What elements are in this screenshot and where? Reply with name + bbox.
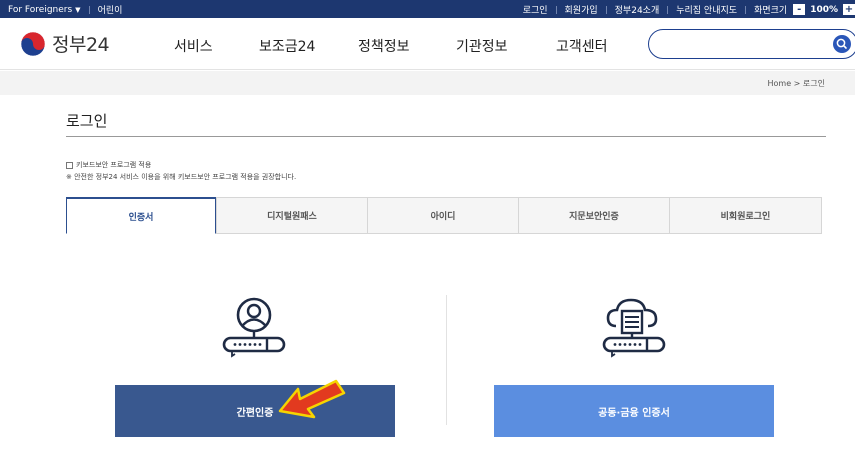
login-method-tabs: 인증서 디지털원패스 아이디 지문보안인증 비회원로그인 [66, 197, 822, 234]
taegeuk-logo-icon [20, 31, 46, 56]
tab-fingerprint-auth[interactable]: 지문보안인증 [518, 197, 670, 234]
tab-certificate[interactable]: 인증서 [66, 197, 216, 234]
caret-down-icon: ▼ [75, 5, 81, 14]
keyboard-security-option[interactable]: 키보드보안 프로그램 적용 [66, 160, 151, 170]
simple-auth-button[interactable]: 간편인증 [115, 385, 395, 437]
simple-auth-icon [222, 297, 286, 358]
divider [605, 5, 607, 14]
search-icon [836, 38, 847, 49]
nav-item-services[interactable]: 서비스 [174, 36, 213, 56]
divider [667, 5, 669, 14]
red-arrow-icon [278, 379, 346, 419]
divider [745, 5, 747, 14]
site-header: 정부24 서비스 보조금24 정책정보 기관정보 고객센터 [0, 18, 855, 70]
kids-link[interactable]: 어린이 [98, 3, 123, 16]
signup-link[interactable]: 회원가입 [565, 3, 598, 16]
keyboard-security-label: 키보드보안 프로그램 적용 [76, 161, 152, 169]
joint-certificate-icon [602, 298, 666, 358]
joint-certificate-button[interactable]: 공동·금융 인증서 [494, 385, 774, 437]
page-title: 로그인 [66, 112, 108, 130]
breadcrumb-bar: Home > 로그인 [0, 71, 855, 95]
sitemap-link[interactable]: 누리집 안내지도 [676, 3, 737, 16]
title-divider [66, 136, 826, 137]
site-logo[interactable]: 정부24 [20, 30, 110, 57]
foreigners-link[interactable]: For Foreigners [8, 5, 72, 15]
zoom-value: 100% [810, 4, 838, 15]
login-link[interactable]: 로그인 [523, 3, 548, 16]
about-link[interactable]: 정부24소개 [615, 3, 660, 16]
breadcrumb: Home > 로그인 [767, 79, 826, 88]
divider [555, 5, 557, 14]
zoom-out-button[interactable]: - [793, 4, 806, 15]
utility-bar: For Foreigners ▼ 어린이 로그인 회원가입 정부24소개 누리집… [0, 0, 855, 18]
auth-options-divider [446, 295, 447, 425]
keyboard-security-checkbox[interactable] [66, 161, 73, 169]
keyboard-security-note: ※ 안전한 정부24 서비스 이용을 위해 키보드보안 프로그램 적용을 권장합… [66, 173, 297, 181]
tab-digital-onepass[interactable]: 디지털원패스 [216, 197, 368, 234]
logo-text: 정부24 [52, 34, 110, 56]
nav-item-policy-info[interactable]: 정책정보 [358, 36, 410, 56]
zoom-in-button[interactable]: + [843, 4, 855, 15]
screen-size-label: 화면크기 [754, 6, 788, 16]
tab-guest-login[interactable]: 비회원로그인 [669, 197, 822, 234]
divider [88, 5, 90, 14]
nav-item-subsidy24[interactable]: 보조금24 [259, 36, 315, 56]
tab-id[interactable]: 아이디 [367, 197, 519, 234]
nav-item-customer-center[interactable]: 고객센터 [556, 36, 608, 56]
search-input[interactable] [648, 29, 855, 59]
nav-item-agency-info[interactable]: 기관정보 [456, 36, 508, 56]
search-button[interactable] [833, 35, 851, 53]
